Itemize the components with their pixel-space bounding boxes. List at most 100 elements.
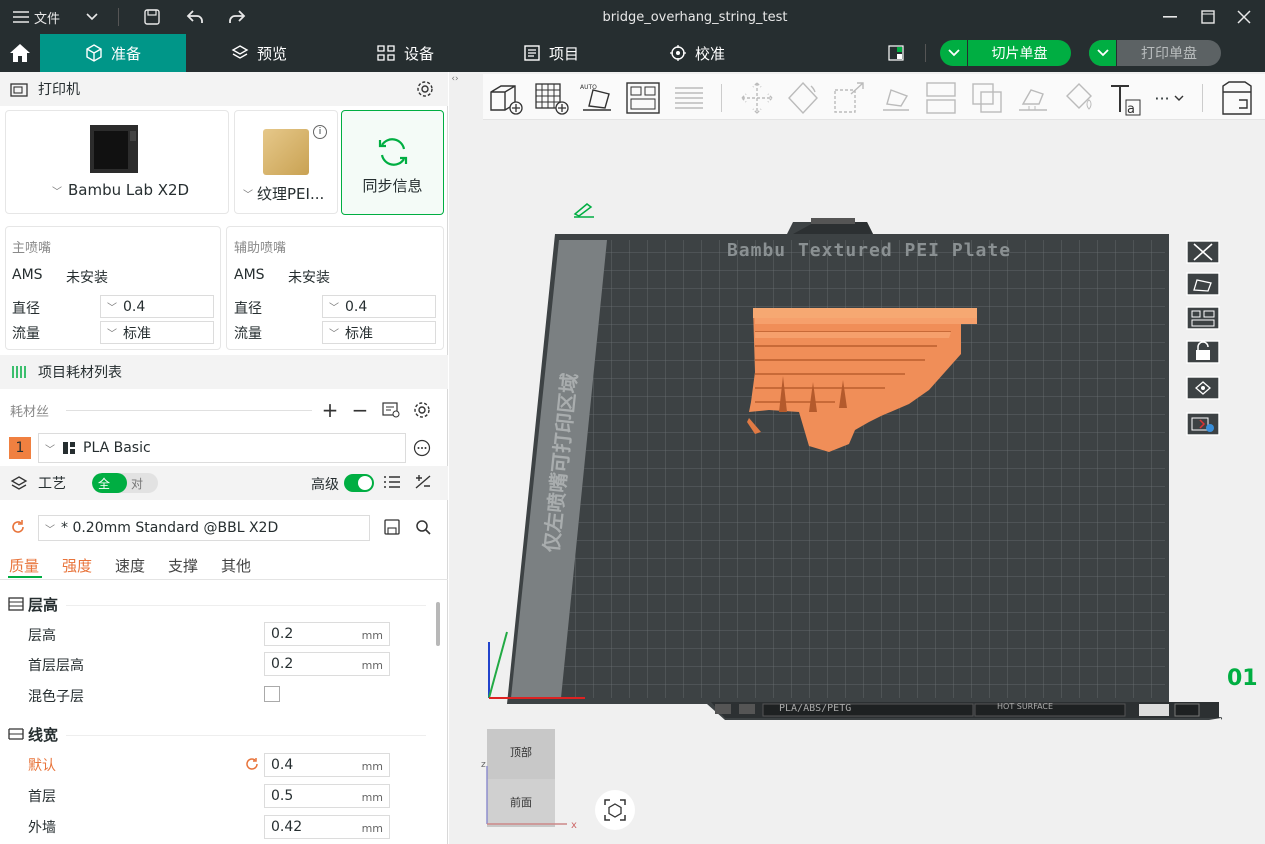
tab-preview[interactable]: 预览 xyxy=(186,34,332,72)
save-preset-icon[interactable] xyxy=(383,518,401,536)
camera-fit-icon xyxy=(604,799,626,821)
process-section-title: 工艺 xyxy=(38,476,66,492)
subtab-others[interactable]: 其他 xyxy=(221,555,251,576)
gear-icon[interactable] xyxy=(412,400,432,420)
printer-card[interactable]: ﹀ Bambu Lab X2D xyxy=(5,110,229,214)
settings-scrollbar[interactable] xyxy=(436,602,440,646)
tab-device[interactable]: 设备 xyxy=(332,34,478,72)
redo-icon[interactable] xyxy=(225,0,249,34)
setting-value: 0.2 xyxy=(271,626,294,642)
aux-diameter-select[interactable]: ﹀ 0.4 xyxy=(322,295,436,318)
subtab-speed[interactable]: 速度 xyxy=(115,555,145,576)
lock-icon[interactable] xyxy=(1185,338,1221,366)
tab-label: 预览 xyxy=(256,44,287,63)
filament-edit-icon[interactable] xyxy=(380,400,402,420)
file-menu[interactable]: 文件 xyxy=(8,0,64,34)
aux-flow-select[interactable]: ﹀ 标准 xyxy=(322,321,436,344)
reset-icon[interactable] xyxy=(10,519,26,535)
compare-icon[interactable] xyxy=(414,474,432,494)
mixed-sublayer-checkbox[interactable] xyxy=(264,686,280,702)
main-nozzle-title: 主喷嘴 xyxy=(12,241,52,256)
list-icon[interactable] xyxy=(383,474,401,494)
chevron-down-icon[interactable] xyxy=(940,40,968,66)
3d-viewport[interactable]: ‹› AUTO a ··· Bambu Textured PEI Plate 仅… xyxy=(449,72,1265,844)
plate-select[interactable]: ﹀ 纹理PEI... xyxy=(243,183,324,204)
title-bar: 文件 bridge_overhang_string_test xyxy=(0,0,1265,34)
layer-height-input[interactable]: 0.2 mm xyxy=(264,622,390,646)
sync-icon xyxy=(378,138,408,166)
filament-index-badge[interactable]: 1 xyxy=(9,437,31,459)
home-icon xyxy=(10,44,30,62)
chevron-down-icon: ﹀ xyxy=(243,190,253,201)
remove-filament-icon[interactable]: − xyxy=(350,398,370,422)
default-line-width-input[interactable]: 0.4 mm xyxy=(264,753,390,777)
close-icon[interactable] xyxy=(1232,0,1256,34)
search-icon[interactable] xyxy=(414,518,432,536)
filament-select[interactable]: ﹀ PLA Basic xyxy=(38,433,406,463)
chevron-down-icon: ﹀ xyxy=(45,444,55,456)
unit-label: mm xyxy=(361,822,383,835)
diameter-value: 0.4 xyxy=(345,298,368,315)
ams-label: AMS xyxy=(234,267,265,283)
plate-card[interactable]: i ﹀ 纹理PEI... xyxy=(234,110,338,214)
more-options-icon[interactable] xyxy=(412,438,432,458)
subtab-support[interactable]: 支撑 xyxy=(168,555,198,576)
minimize-icon[interactable] xyxy=(1158,0,1182,34)
plate-name: 纹理PEI... xyxy=(257,185,325,203)
tab-label: 准备 xyxy=(110,44,141,63)
flow-label: 流量 xyxy=(234,326,262,342)
global-object-toggle[interactable]: 全局 对象 xyxy=(92,473,158,493)
chevron-down-icon[interactable] xyxy=(80,0,104,34)
add-filament-icon[interactable]: + xyxy=(320,398,340,422)
orient-plate-icon[interactable] xyxy=(1185,270,1221,298)
first-layer-height-input[interactable]: 0.2 mm xyxy=(264,652,390,676)
toggle-global[interactable]: 全局 xyxy=(92,473,127,493)
gear-icon[interactable] xyxy=(416,80,434,102)
divider xyxy=(66,735,426,736)
printer-select[interactable]: ﹀ Bambu Lab X2D xyxy=(52,181,189,199)
ams-value: 未安装 xyxy=(288,270,330,286)
subtab-quality[interactable]: 质量 xyxy=(9,555,39,576)
undo-icon[interactable] xyxy=(183,0,207,34)
process-preset-select[interactable]: ﹀ * 0.20mm Standard @BBL X2D xyxy=(38,515,370,541)
main-diameter-select[interactable]: ﹀ 0.4 xyxy=(100,295,214,318)
outer-wall-line-width-input[interactable]: 0.42 mm xyxy=(264,815,390,839)
reset-icon[interactable] xyxy=(244,756,260,772)
line-width-icon xyxy=(8,726,24,742)
advanced-toggle[interactable] xyxy=(344,474,374,492)
arrange-plate-icon[interactable] xyxy=(1185,304,1221,332)
layer-height-icon xyxy=(8,596,24,612)
main-flow-select[interactable]: ﹀ 标准 xyxy=(100,321,214,344)
save-icon[interactable] xyxy=(140,0,164,34)
tab-prepare[interactable]: 准备 xyxy=(40,34,186,72)
main-nozzle-card: 主喷嘴 AMS 未安装 直径 ﹀ 0.4 流量 ﹀ 标准 xyxy=(5,226,221,350)
tab-project[interactable]: 项目 xyxy=(478,34,624,72)
tab-label: 设备 xyxy=(403,44,434,63)
window-title: bridge_overhang_string_test xyxy=(602,9,788,25)
home-button[interactable] xyxy=(0,34,40,72)
axis-x-label: x xyxy=(571,820,577,831)
setting-value: 0.5 xyxy=(271,788,294,804)
sync-info-button[interactable]: 同步信息 xyxy=(341,110,444,215)
diameter-value: 0.4 xyxy=(123,298,146,315)
setting-label: 外墙 xyxy=(28,820,56,836)
maximize-icon[interactable] xyxy=(1196,0,1220,34)
setting-label: 首层 xyxy=(28,789,56,805)
slice-plate-button[interactable]: 切片单盘 xyxy=(940,40,1071,66)
tab-calibrate[interactable]: 校准 xyxy=(624,34,770,72)
camera-reset-button[interactable] xyxy=(595,790,635,830)
layout-toggle-icon[interactable] xyxy=(884,34,908,72)
toggle-object[interactable]: 对象 xyxy=(127,473,158,493)
bambu-logo-icon xyxy=(63,442,75,454)
divider xyxy=(0,579,448,580)
plate-name-edit-icon[interactable] xyxy=(1185,410,1221,438)
print-plate-button[interactable]: 打印单盘 xyxy=(1089,40,1221,66)
chevron-down-icon[interactable] xyxy=(1089,40,1117,66)
info-icon[interactable]: i xyxy=(313,125,327,139)
first-layer-line-width-input[interactable]: 0.5 mm xyxy=(264,784,390,808)
active-subtab-underline xyxy=(8,576,42,578)
subtab-strength[interactable]: 强度 xyxy=(62,555,92,576)
chevron-down-icon: ﹀ xyxy=(52,186,62,198)
plate-settings-icon[interactable] xyxy=(1185,374,1221,402)
close-plate-icon[interactable] xyxy=(1185,238,1221,266)
